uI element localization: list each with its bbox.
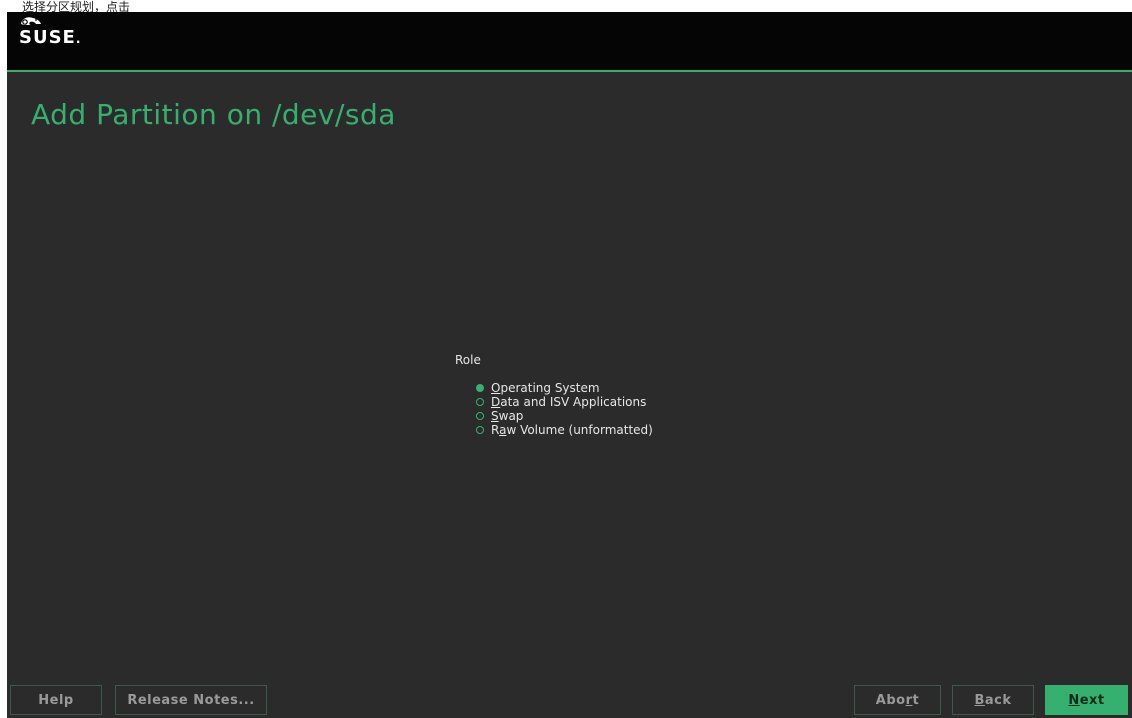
radio-unchecked-icon: [476, 426, 484, 434]
mnemonic-letter: N: [1068, 692, 1080, 708]
role-radio-group: Role Operating System Data and ISV Appli…: [455, 353, 653, 437]
radio-operating-system[interactable]: Operating System: [476, 381, 653, 395]
radio-unchecked-icon: [476, 412, 484, 420]
label-pre: Abo: [875, 692, 906, 708]
label-rest: w Volume (unformatted): [506, 423, 653, 437]
radio-raw-volume[interactable]: Raw Volume (unformatted): [476, 423, 653, 437]
chameleon-icon: [21, 17, 41, 25]
label-rest: ext: [1079, 692, 1105, 708]
radio-label-raw-volume: Raw Volume (unformatted): [491, 423, 653, 437]
label-pre: R: [491, 423, 500, 437]
release-notes-button-label: Release Notes...: [127, 692, 255, 708]
radio-checked-icon: [476, 384, 484, 392]
mnemonic-letter: S: [491, 409, 499, 423]
help-button-label: Help: [38, 692, 74, 708]
abort-button-label: Abort: [876, 693, 919, 708]
radio-label-swap: Swap: [491, 409, 523, 423]
label-rest: wap: [498, 409, 524, 423]
radio-swap[interactable]: Swap: [476, 409, 653, 423]
radio-label-data-isv: Data and ISV Applications: [491, 395, 646, 409]
role-options: Operating System Data and ISV Applicatio…: [476, 381, 653, 437]
mnemonic-letter: D: [491, 395, 501, 409]
back-button-label: Back: [974, 693, 1011, 708]
mnemonic-letter: B: [974, 692, 985, 708]
label-rest: ack: [984, 692, 1012, 708]
label-rest: perating System: [500, 381, 600, 395]
abort-button[interactable]: Abort: [854, 685, 941, 715]
radio-label-operating-system: Operating System: [491, 381, 600, 395]
back-button[interactable]: Back: [952, 685, 1034, 715]
logo-dot: .: [75, 32, 82, 46]
radio-data-isv-applications[interactable]: Data and ISV Applications: [476, 395, 653, 409]
header-bar: SUSE.: [7, 12, 1132, 72]
label-post: t: [912, 692, 920, 708]
suse-logo: SUSE.: [19, 17, 82, 48]
release-notes-button[interactable]: Release Notes...: [115, 685, 267, 715]
page-title: Add Partition on /dev/sda: [31, 98, 396, 131]
radio-unchecked-icon: [476, 398, 484, 406]
label-rest: ata and ISV Applications: [500, 395, 647, 409]
logo-text: SUSE: [19, 27, 76, 48]
installer-window: SUSE. Add Partition on /dev/sda Role Ope…: [7, 12, 1132, 718]
next-button[interactable]: Next: [1045, 685, 1128, 715]
next-button-label: Next: [1068, 693, 1104, 708]
mnemonic-letter: r: [905, 692, 913, 708]
help-button[interactable]: Help: [10, 685, 102, 715]
role-label: Role: [455, 353, 481, 367]
